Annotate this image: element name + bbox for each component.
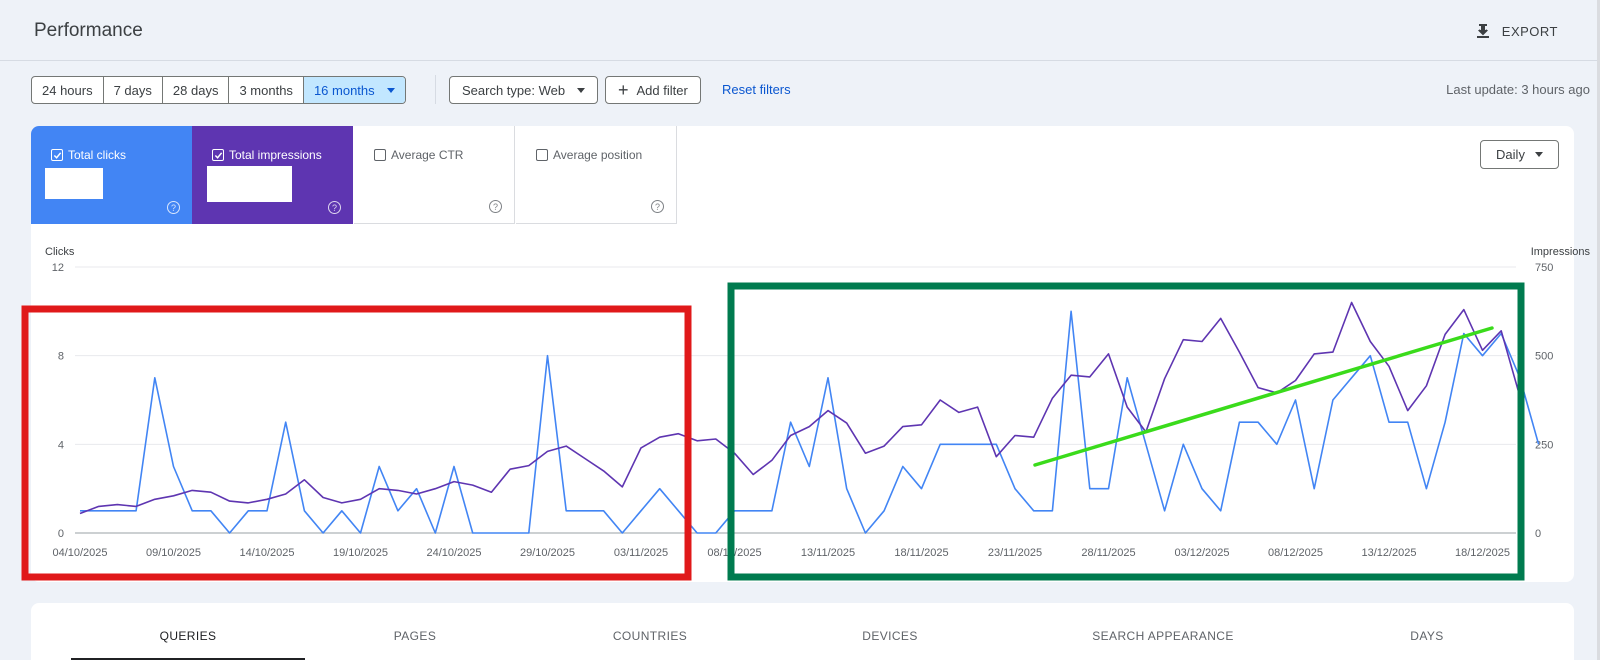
x-tick-label: 18/12/2025 — [1455, 547, 1510, 559]
tab-search-appearance[interactable]: SEARCH APPEARANCE — [1092, 629, 1234, 643]
x-tick-label: 19/10/2025 — [333, 547, 388, 559]
y-right-tick-label: 500 — [1535, 351, 1553, 363]
x-tick-label: 29/10/2025 — [520, 547, 575, 559]
x-tick-label: 23/11/2025 — [988, 547, 1042, 559]
performance-chart: 048120250500750Clicks Impressions04/10/20… — [21, 246, 1591, 581]
tab-devices[interactable]: DEVICES — [862, 629, 917, 643]
y-left-tick-label: 0 — [58, 528, 64, 540]
clicks-line — [80, 310, 1540, 534]
tab-countries[interactable]: COUNTRIES — [613, 629, 687, 643]
x-tick-label: 18/11/2025 — [894, 547, 948, 559]
tab-queries[interactable]: QUERIES — [160, 629, 217, 643]
x-tick-label: 03/12/2025 — [1174, 547, 1229, 559]
x-tick-label: 14/10/2025 — [239, 547, 294, 559]
dimension-tabs: QUERIES PAGES COUNTRIES DEVICES SEARCH A… — [31, 603, 1574, 660]
tab-pages[interactable]: PAGES — [394, 629, 436, 643]
y-left-axis-label: Clicks — [45, 246, 75, 258]
y-left-tick-label: 12 — [52, 262, 64, 274]
x-tick-label: 13/11/2025 — [801, 547, 855, 559]
x-tick-label: 28/11/2025 — [1081, 547, 1135, 559]
x-tick-label: 24/10/2025 — [426, 547, 481, 559]
x-tick-label: 04/10/2025 — [52, 547, 107, 559]
tab-days[interactable]: DAYS — [1410, 629, 1443, 643]
y-right-tick-label: 0 — [1535, 528, 1541, 540]
x-tick-label: 09/10/2025 — [146, 547, 201, 559]
red-annotation-box — [21, 305, 692, 581]
x-tick-label: 13/12/2025 — [1361, 547, 1416, 559]
y-right-tick-label: 750 — [1535, 262, 1553, 274]
x-tick-label: 03/11/2025 — [614, 547, 668, 559]
y-right-axis-label: Impressions — [1531, 246, 1591, 258]
y-left-tick-label: 4 — [58, 439, 64, 451]
y-left-tick-label: 8 — [58, 351, 64, 363]
x-tick-label: 08/12/2025 — [1268, 547, 1323, 559]
impressions-line — [79, 301, 1521, 515]
